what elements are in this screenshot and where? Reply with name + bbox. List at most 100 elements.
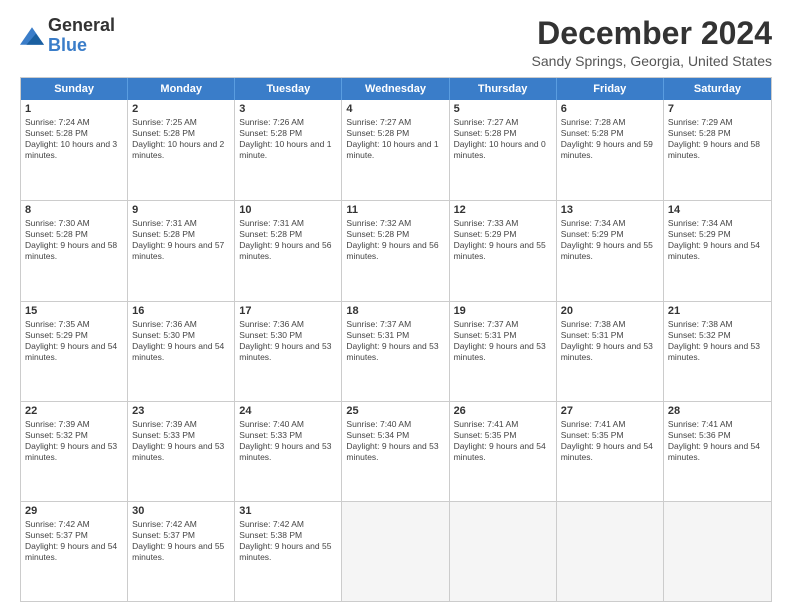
- calendar-week-2: 8 Sunrise: 7:30 AM Sunset: 5:28 PM Dayli…: [21, 200, 771, 300]
- day-number: 30: [132, 505, 230, 517]
- header-friday: Friday: [557, 78, 664, 100]
- calendar-cell: 28 Sunrise: 7:41 AM Sunset: 5:36 PM Dayl…: [664, 402, 771, 501]
- calendar-cell: 25 Sunrise: 7:40 AM Sunset: 5:34 PM Dayl…: [342, 402, 449, 501]
- sunset: Sunset: 5:32 PM: [25, 430, 123, 441]
- sunset: Sunset: 5:28 PM: [346, 128, 444, 139]
- sunrise: Sunrise: 7:34 AM: [668, 218, 767, 229]
- sunset: Sunset: 5:29 PM: [454, 229, 552, 240]
- sunrise: Sunrise: 7:41 AM: [668, 419, 767, 430]
- sunset: Sunset: 5:29 PM: [561, 229, 659, 240]
- sunrise: Sunrise: 7:42 AM: [132, 519, 230, 530]
- header-sunday: Sunday: [21, 78, 128, 100]
- sunrise: Sunrise: 7:39 AM: [25, 419, 123, 430]
- sunset: Sunset: 5:28 PM: [239, 229, 337, 240]
- daylight: Daylight: 9 hours and 53 minutes.: [25, 441, 123, 463]
- day-number: 13: [561, 204, 659, 216]
- daylight: Daylight: 10 hours and 1 minute.: [239, 139, 337, 161]
- day-number: 12: [454, 204, 552, 216]
- sunrise: Sunrise: 7:27 AM: [454, 117, 552, 128]
- day-number: 5: [454, 103, 552, 115]
- calendar-cell: [557, 502, 664, 601]
- daylight: Daylight: 9 hours and 55 minutes.: [454, 240, 552, 262]
- calendar-cell: 10 Sunrise: 7:31 AM Sunset: 5:28 PM Dayl…: [235, 201, 342, 300]
- daylight: Daylight: 9 hours and 54 minutes.: [454, 441, 552, 463]
- calendar-body: 1 Sunrise: 7:24 AM Sunset: 5:28 PM Dayli…: [21, 100, 771, 601]
- calendar-week-5: 29 Sunrise: 7:42 AM Sunset: 5:37 PM Dayl…: [21, 501, 771, 601]
- daylight: Daylight: 10 hours and 1 minute.: [346, 139, 444, 161]
- calendar-cell: 24 Sunrise: 7:40 AM Sunset: 5:33 PM Dayl…: [235, 402, 342, 501]
- day-number: 1: [25, 103, 123, 115]
- day-number: 23: [132, 405, 230, 417]
- daylight: Daylight: 10 hours and 2 minutes.: [132, 139, 230, 161]
- daylight: Daylight: 9 hours and 54 minutes.: [25, 341, 123, 363]
- sunrise: Sunrise: 7:30 AM: [25, 218, 123, 229]
- daylight: Daylight: 9 hours and 53 minutes.: [346, 341, 444, 363]
- sunset: Sunset: 5:29 PM: [25, 330, 123, 341]
- day-number: 16: [132, 305, 230, 317]
- sunrise: Sunrise: 7:42 AM: [25, 519, 123, 530]
- logo-icon: [20, 27, 44, 45]
- calendar-header: Sunday Monday Tuesday Wednesday Thursday…: [21, 78, 771, 100]
- sunrise: Sunrise: 7:42 AM: [239, 519, 337, 530]
- calendar-cell: [342, 502, 449, 601]
- calendar-cell: 14 Sunrise: 7:34 AM Sunset: 5:29 PM Dayl…: [664, 201, 771, 300]
- page: General Blue December 2024 Sandy Springs…: [0, 0, 792, 612]
- sunset: Sunset: 5:37 PM: [25, 530, 123, 541]
- calendar-week-1: 1 Sunrise: 7:24 AM Sunset: 5:28 PM Dayli…: [21, 100, 771, 200]
- sunset: Sunset: 5:29 PM: [668, 229, 767, 240]
- calendar: Sunday Monday Tuesday Wednesday Thursday…: [20, 77, 772, 602]
- sunset: Sunset: 5:37 PM: [132, 530, 230, 541]
- day-number: 31: [239, 505, 337, 517]
- location: Sandy Springs, Georgia, United States: [532, 53, 772, 69]
- sunrise: Sunrise: 7:38 AM: [561, 319, 659, 330]
- calendar-cell: 23 Sunrise: 7:39 AM Sunset: 5:33 PM Dayl…: [128, 402, 235, 501]
- title-area: December 2024 Sandy Springs, Georgia, Un…: [532, 16, 772, 69]
- calendar-cell: 31 Sunrise: 7:42 AM Sunset: 5:38 PM Dayl…: [235, 502, 342, 601]
- sunset: Sunset: 5:33 PM: [239, 430, 337, 441]
- calendar-cell: 2 Sunrise: 7:25 AM Sunset: 5:28 PM Dayli…: [128, 100, 235, 200]
- day-number: 25: [346, 405, 444, 417]
- sunset: Sunset: 5:31 PM: [454, 330, 552, 341]
- day-number: 21: [668, 305, 767, 317]
- sunrise: Sunrise: 7:39 AM: [132, 419, 230, 430]
- day-number: 3: [239, 103, 337, 115]
- header-wednesday: Wednesday: [342, 78, 449, 100]
- sunset: Sunset: 5:28 PM: [132, 229, 230, 240]
- day-number: 6: [561, 103, 659, 115]
- sunset: Sunset: 5:34 PM: [346, 430, 444, 441]
- sunset: Sunset: 5:31 PM: [561, 330, 659, 341]
- sunrise: Sunrise: 7:31 AM: [239, 218, 337, 229]
- day-number: 27: [561, 405, 659, 417]
- day-number: 22: [25, 405, 123, 417]
- daylight: Daylight: 9 hours and 53 minutes.: [561, 341, 659, 363]
- sunrise: Sunrise: 7:36 AM: [239, 319, 337, 330]
- daylight: Daylight: 10 hours and 3 minutes.: [25, 139, 123, 161]
- day-number: 11: [346, 204, 444, 216]
- daylight: Daylight: 9 hours and 58 minutes.: [668, 139, 767, 161]
- calendar-cell: 16 Sunrise: 7:36 AM Sunset: 5:30 PM Dayl…: [128, 302, 235, 401]
- sunset: Sunset: 5:28 PM: [454, 128, 552, 139]
- sunrise: Sunrise: 7:33 AM: [454, 218, 552, 229]
- sunrise: Sunrise: 7:37 AM: [454, 319, 552, 330]
- calendar-cell: 18 Sunrise: 7:37 AM Sunset: 5:31 PM Dayl…: [342, 302, 449, 401]
- sunset: Sunset: 5:36 PM: [668, 430, 767, 441]
- day-number: 4: [346, 103, 444, 115]
- calendar-cell: 4 Sunrise: 7:27 AM Sunset: 5:28 PM Dayli…: [342, 100, 449, 200]
- sunset: Sunset: 5:38 PM: [239, 530, 337, 541]
- sunset: Sunset: 5:35 PM: [561, 430, 659, 441]
- sunset: Sunset: 5:28 PM: [346, 229, 444, 240]
- daylight: Daylight: 9 hours and 54 minutes.: [668, 240, 767, 262]
- calendar-cell: [664, 502, 771, 601]
- day-number: 8: [25, 204, 123, 216]
- header-thursday: Thursday: [450, 78, 557, 100]
- logo-general: General: [48, 15, 115, 35]
- sunset: Sunset: 5:28 PM: [25, 128, 123, 139]
- calendar-cell: 26 Sunrise: 7:41 AM Sunset: 5:35 PM Dayl…: [450, 402, 557, 501]
- calendar-cell: 8 Sunrise: 7:30 AM Sunset: 5:28 PM Dayli…: [21, 201, 128, 300]
- daylight: Daylight: 9 hours and 55 minutes.: [132, 541, 230, 563]
- day-number: 10: [239, 204, 337, 216]
- sunset: Sunset: 5:28 PM: [561, 128, 659, 139]
- daylight: Daylight: 9 hours and 54 minutes.: [132, 341, 230, 363]
- daylight: Daylight: 9 hours and 53 minutes.: [668, 341, 767, 363]
- logo-blue: Blue: [48, 35, 87, 55]
